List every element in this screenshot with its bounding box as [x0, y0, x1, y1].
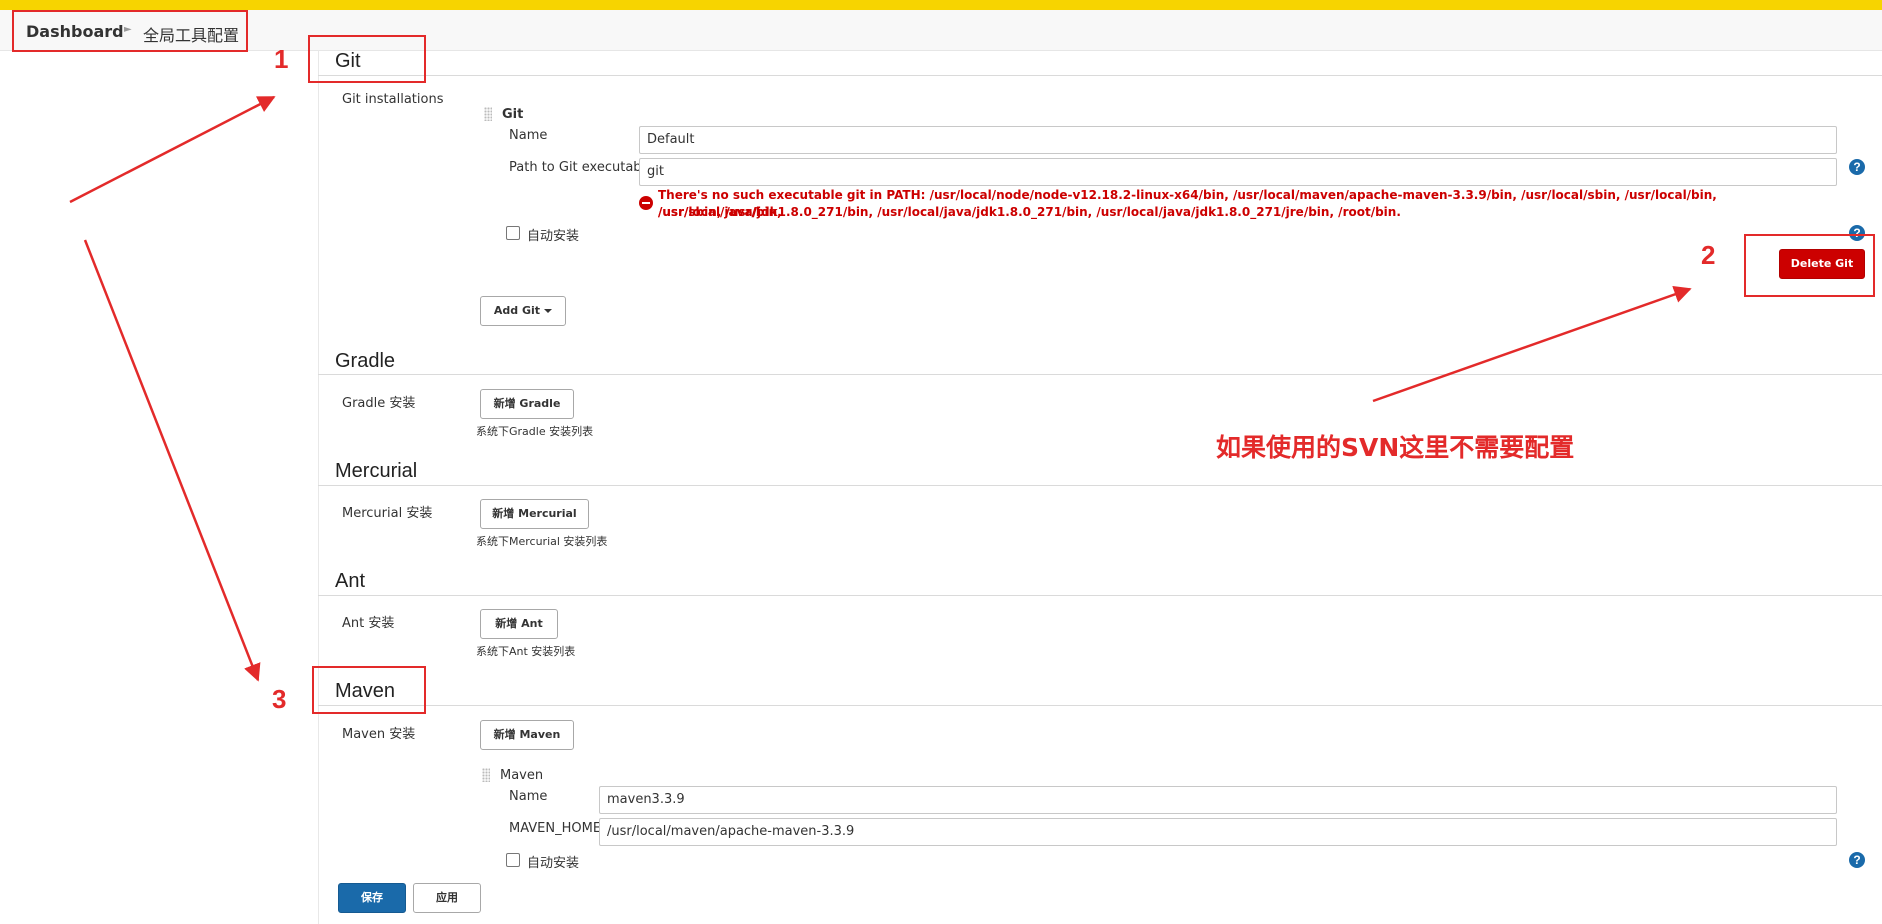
- annotation-arrow-2: [1372, 285, 1692, 403]
- annotation-arrow-3: [83, 239, 261, 682]
- annotation-arrow-1: [69, 95, 276, 204]
- annotation-arrows: [69, 95, 1692, 682]
